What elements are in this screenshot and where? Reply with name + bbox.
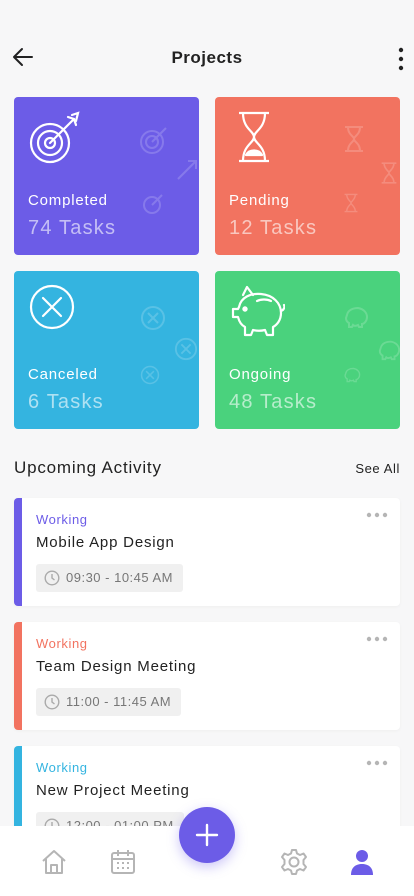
card-count: 48 Tasks <box>229 391 318 413</box>
cancel-circle-icon <box>141 306 165 330</box>
activity-name: Mobile App Design <box>36 534 175 551</box>
activity-time-text: 09:30 - 10:45 AM <box>66 570 174 585</box>
piggy-bank-icon <box>378 340 400 361</box>
card-ongoing[interactable]: Ongoing 48 Tasks <box>215 271 400 429</box>
activity-color-bar <box>14 622 22 730</box>
arrow-icon <box>177 160 197 180</box>
upcoming-activity-header: Upcoming Activity See All <box>14 458 400 482</box>
piggy-bank-icon <box>344 367 361 383</box>
card-label: Ongoing <box>229 366 292 383</box>
hourglass-icon <box>344 193 358 213</box>
card-count: 6 Tasks <box>28 391 104 413</box>
more-horizontal-icon[interactable] <box>366 510 388 520</box>
card-pending[interactable]: Pending 12 Tasks <box>215 97 400 255</box>
hourglass-icon <box>381 162 397 184</box>
card-label: Completed <box>28 192 108 209</box>
activity-card[interactable]: Working Mobile App Design 09:30 - 10:45 … <box>14 498 400 606</box>
card-canceled[interactable]: Canceled 6 Tasks <box>14 271 199 429</box>
activity-status: Working <box>36 636 88 651</box>
page-title: Projects <box>171 48 243 67</box>
settings-icon[interactable] <box>280 848 308 876</box>
clock-icon <box>44 570 60 586</box>
target-icon <box>140 127 167 154</box>
calendar-icon[interactable] <box>109 848 137 876</box>
target-icon <box>143 194 163 214</box>
activity-color-bar <box>14 498 22 606</box>
activity-time: 11:00 - 11:45 AM <box>36 688 182 716</box>
activity-status: Working <box>36 512 88 527</box>
card-label: Pending <box>229 192 290 209</box>
cancel-circle-icon <box>174 337 198 361</box>
more-horizontal-icon[interactable] <box>366 634 388 644</box>
add-icon <box>195 823 219 847</box>
section-title: Upcoming Activity <box>14 458 162 477</box>
activity-time: 09:30 - 10:45 AM <box>36 564 184 592</box>
activity-name: New Project Meeting <box>36 782 190 799</box>
card-completed[interactable]: Completed 74 Tasks <box>14 97 199 255</box>
piggy-bank-icon <box>231 285 285 337</box>
hourglass-icon <box>239 111 269 163</box>
header: Projects <box>0 38 414 78</box>
more-vertical-icon[interactable] <box>396 46 406 72</box>
card-count: 12 Tasks <box>229 217 318 239</box>
add-button[interactable] <box>179 807 235 863</box>
activity-card[interactable]: Working Team Design Meeting 11:00 - 11:4… <box>14 622 400 730</box>
card-count: 74 Tasks <box>28 217 117 239</box>
activity-time-text: 11:00 - 11:45 AM <box>66 694 172 709</box>
piggy-bank-icon <box>344 306 369 328</box>
clock-icon <box>44 694 60 710</box>
more-horizontal-icon[interactable] <box>366 758 388 768</box>
profile-icon[interactable] <box>348 848 376 876</box>
home-icon[interactable] <box>40 848 68 876</box>
activity-status: Working <box>36 760 88 775</box>
card-label: Canceled <box>28 366 98 383</box>
activity-name: Team Design Meeting <box>36 658 197 675</box>
cancel-circle-icon <box>29 284 75 330</box>
see-all-link[interactable]: See All <box>355 461 400 476</box>
cancel-circle-icon <box>140 365 160 385</box>
target-icon <box>29 111 80 164</box>
hourglass-icon <box>345 126 363 152</box>
